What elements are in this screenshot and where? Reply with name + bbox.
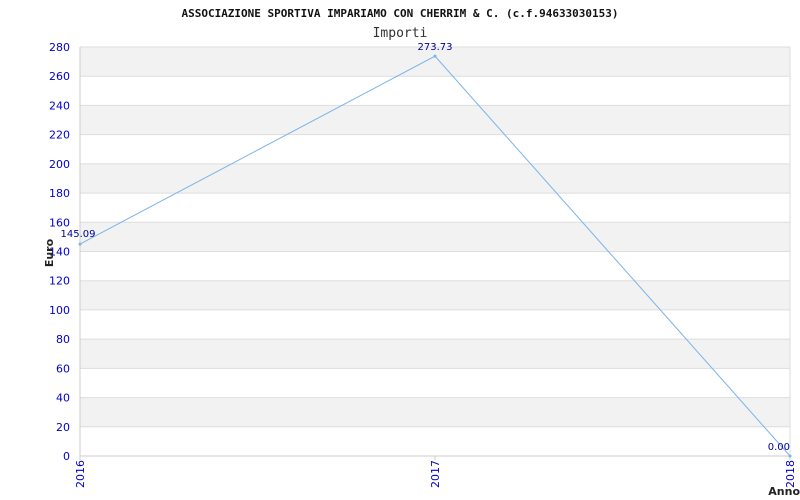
data-point <box>788 454 792 458</box>
chart-subtitle: Importi <box>373 26 428 41</box>
y-tick-label: 200 <box>49 158 70 171</box>
y-tick-label: 0 <box>63 450 70 463</box>
y-tick-label: 100 <box>49 304 70 317</box>
grid-band <box>80 397 790 427</box>
y-tick-label: 20 <box>56 421 70 434</box>
grid-band <box>80 105 790 135</box>
grid-band <box>80 76 790 106</box>
x-tick-label: 2018 <box>784 460 797 488</box>
data-label: 145.09 <box>61 229 96 240</box>
y-tick-label: 80 <box>56 333 70 346</box>
grid-band <box>80 309 790 340</box>
data-label: 0.00 <box>768 442 790 453</box>
y-tick-label: 280 <box>49 41 70 54</box>
y-tick-label: 120 <box>49 275 70 288</box>
grid-band <box>80 280 790 310</box>
y-axis-label: Euro <box>43 238 56 267</box>
line-chart: ASSOCIAZIONE SPORTIVA IMPARIAMO CON CHER… <box>43 7 800 498</box>
grid-band <box>80 426 790 456</box>
y-tick-label: 160 <box>49 216 70 229</box>
grid-band <box>80 163 790 194</box>
chart-title: ASSOCIAZIONE SPORTIVA IMPARIAMO CON CHER… <box>181 7 618 20</box>
y-tick-label: 40 <box>56 392 70 405</box>
x-axis-label: Anno <box>768 485 800 498</box>
grid-band <box>80 134 790 164</box>
data-point <box>78 242 82 246</box>
y-tick-label: 60 <box>56 362 70 375</box>
data-label: 273.73 <box>418 42 453 53</box>
y-tick-label: 220 <box>49 129 70 142</box>
grid-band <box>80 251 790 281</box>
grid-band <box>80 193 790 223</box>
y-tick-label: 260 <box>49 70 70 83</box>
x-tick-label: 2016 <box>74 460 87 488</box>
plot-area: 0204060801001201401601802002202402602802… <box>49 41 797 488</box>
y-tick-label: 240 <box>49 99 70 112</box>
x-tick-label: 2017 <box>429 460 442 488</box>
grid-band <box>80 222 790 252</box>
grid-band <box>80 339 790 369</box>
grid-band <box>80 368 790 398</box>
y-tick-label: 180 <box>49 187 70 200</box>
data-point <box>433 54 437 58</box>
